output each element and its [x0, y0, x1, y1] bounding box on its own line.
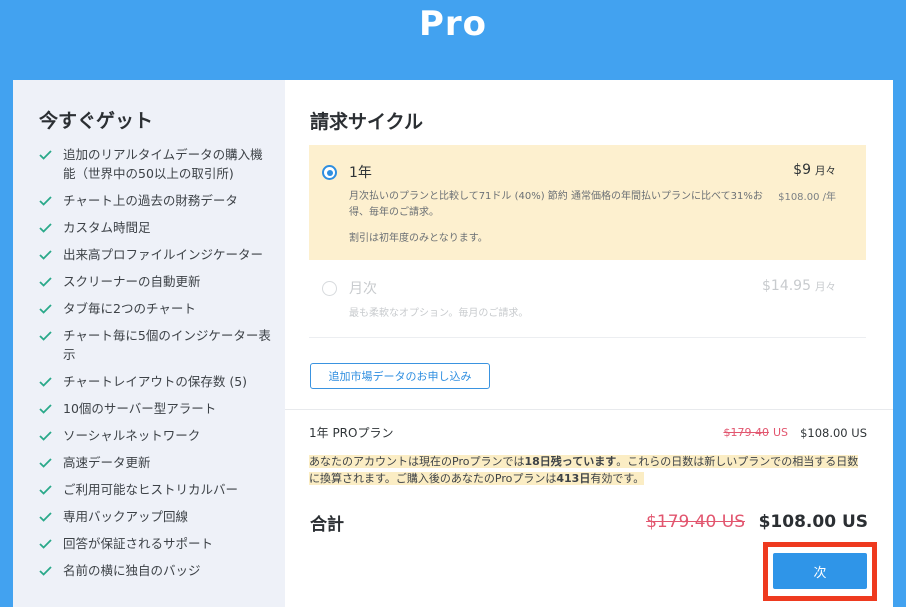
total-price: $108.00 US — [758, 512, 868, 532]
notice-days-remaining: 18日残っています — [524, 455, 617, 468]
check-icon — [39, 218, 53, 237]
feature-label: チャート毎に5個のインジケーター表示 — [63, 328, 271, 362]
feature-item: ご利用可能なヒストリカルバー — [39, 480, 285, 499]
plan-annual-price: $108.00 /年 — [778, 192, 836, 203]
check-icon — [39, 561, 53, 580]
total-label: 合計 — [310, 515, 344, 535]
add-market-data-button[interactable]: 追加市場データのお申し込み — [310, 363, 490, 389]
feature-list: 追加のリアルタイムデータの購入機能（世界中の50以上の取引所) チャート上の過去の… — [39, 145, 285, 580]
feature-item: 専用バックアップ回線 — [39, 507, 285, 526]
feature-label: 専用バックアップ回線 — [63, 509, 189, 524]
price-value: $9 — [793, 162, 811, 178]
plan-note-yearly: 割引は初年度のみとなります。 — [349, 233, 488, 244]
feature-item: 追加のリアルタイムデータの購入機能（世界中の50以上の取引所) — [39, 145, 285, 183]
page-title: Pro — [418, 4, 488, 44]
check-icon — [39, 372, 53, 391]
plan-option-monthly[interactable]: 月次 $14.95 月々 最も柔軟なオプション。毎月のご請求。 — [309, 261, 866, 338]
plan-description-yearly: 月次払いのプランと比較して71ドル (40%) 節約 通常価格の年間払いプランに… — [349, 191, 763, 218]
feature-label: 追加のリアルタイムデータの購入機能（世界中の50以上の取引所) — [63, 147, 263, 181]
feature-item: チャート上の過去の財務データ — [39, 191, 285, 210]
old-price-currency: US — [772, 426, 788, 439]
check-icon — [39, 245, 53, 264]
summary-plan-label: 1年 PROプラン — [309, 426, 394, 440]
check-icon — [39, 299, 53, 318]
feature-label: スクリーナーの自動更新 — [63, 274, 201, 289]
feature-item: スクリーナーの自動更新 — [39, 272, 285, 291]
subscription-panel: 今すぐゲット 追加のリアルタイムデータの購入機能（世界中の50以上の取引所) チャ… — [13, 80, 893, 607]
check-icon — [39, 453, 53, 472]
feature-item: カスタム時間足 — [39, 218, 285, 237]
feature-label: チャートレイアウトの保存数 (5) — [63, 374, 248, 389]
feature-label: 回答が保証されるサポート — [63, 536, 214, 551]
radio-selected-icon[interactable] — [322, 165, 337, 180]
feature-item: 高速データ更新 — [39, 453, 285, 472]
feature-label: 10個のサーバー型アラート — [63, 401, 217, 416]
feature-item: チャート毎に5個のインジケーター表示 — [39, 326, 285, 364]
feature-item: 回答が保証されるサポート — [39, 534, 285, 553]
check-icon — [39, 191, 53, 210]
divider — [285, 409, 893, 410]
price-value: $14.95 — [762, 278, 811, 294]
price-unit: 月々 — [815, 165, 836, 177]
account-notice: あなたのアカウントは現在のProプランでは18日残っています。これらの日数は新し… — [309, 453, 869, 487]
check-icon — [39, 507, 53, 526]
old-price-value: $179.40 — [723, 426, 769, 439]
next-button[interactable]: 次 — [773, 553, 867, 589]
plan-option-yearly[interactable]: 1年 $9 月々 $108.00 /年 月次払いのプランと比較して71ドル (40… — [309, 145, 866, 260]
feature-item: 名前の横に独自のバッジ — [39, 561, 285, 580]
price-unit: 月々 — [815, 281, 836, 293]
notice-new-days: 413日 — [556, 472, 591, 485]
notice-text: あなたのアカウントは現在のProプランでは — [309, 455, 525, 468]
feature-label: ご利用可能なヒストリカルバー — [63, 482, 239, 497]
feature-label: 名前の横に独自のバッジ — [63, 563, 201, 578]
billing-section: 請求サイクル 1年 $9 月々 $108.00 /年 月次払いのプランと比較して7… — [285, 80, 893, 607]
feature-item: タブ毎に2つのチャート — [39, 299, 285, 318]
check-icon — [39, 145, 53, 164]
check-icon — [39, 426, 53, 445]
plan-price-monthly: $14.95 月々 — [762, 278, 836, 294]
check-icon — [39, 534, 53, 553]
notice-text: 有効です。 — [590, 472, 645, 485]
feature-label: チャート上の過去の財務データ — [63, 193, 238, 208]
feature-label: タブ毎に2つのチャート — [63, 301, 196, 316]
features-sidebar: 今すぐゲット 追加のリアルタイムデータの購入機能（世界中の50以上の取引所) チャ… — [13, 80, 285, 607]
features-title: 今すぐゲット — [39, 110, 154, 132]
check-icon — [39, 272, 53, 291]
feature-label: カスタム時間足 — [63, 220, 151, 235]
plan-name-yearly: 1年 — [349, 165, 372, 181]
feature-item: チャートレイアウトの保存数 (5) — [39, 372, 285, 391]
total-old-price: $179.40 US — [646, 512, 745, 532]
plan-name-monthly: 月次 — [349, 281, 377, 297]
check-icon — [39, 399, 53, 418]
feature-item: ソーシャルネットワーク — [39, 426, 285, 445]
summary-old-price: $179.40 US — [723, 426, 788, 439]
feature-item: 10個のサーバー型アラート — [39, 399, 285, 418]
feature-label: 出来高プロファイルインジケーター — [63, 247, 264, 262]
check-icon — [39, 480, 53, 499]
plan-description-monthly: 最も柔軟なオプション。毎月のご請求。 — [349, 308, 529, 319]
plan-price-yearly: $9 月々 — [793, 162, 836, 178]
billing-cycle-title: 請求サイクル — [310, 111, 424, 133]
feature-label: 高速データ更新 — [63, 455, 151, 470]
summary-price: $108.00 US — [800, 426, 867, 440]
check-icon — [39, 326, 53, 345]
feature-label: ソーシャルネットワーク — [63, 428, 201, 443]
radio-unselected-icon[interactable] — [322, 281, 337, 296]
feature-item: 出来高プロファイルインジケーター — [39, 245, 285, 264]
